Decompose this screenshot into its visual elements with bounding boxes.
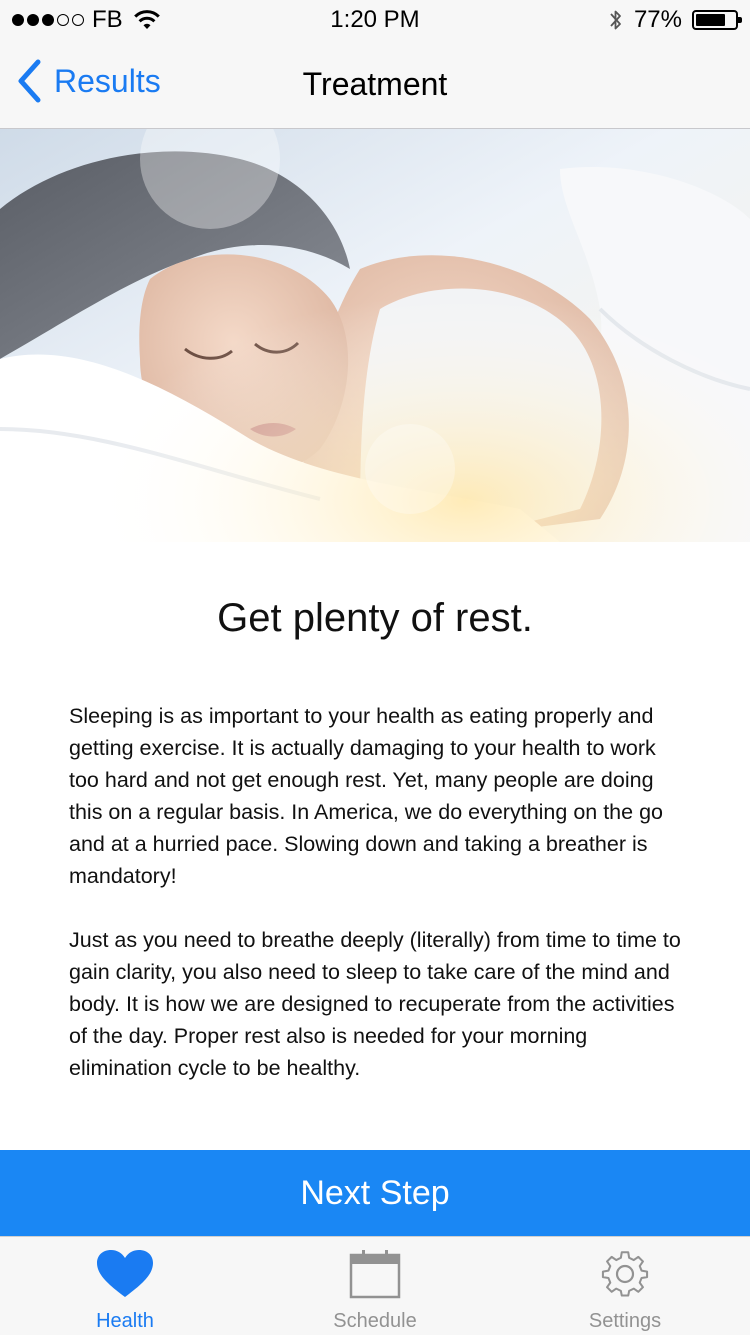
next-step-button[interactable]: Next Step (0, 1150, 750, 1236)
tab-settings[interactable]: Settings (500, 1237, 750, 1335)
tab-settings-label: Settings (588, 1310, 662, 1332)
tab-schedule-label: Schedule (333, 1310, 417, 1332)
tab-bar: Health Schedule Settings (0, 1236, 750, 1335)
battery-percentage: 77% (633, 6, 682, 33)
battery-icon (692, 10, 742, 30)
status-bar: FB 1:20 PM 77% (0, 0, 750, 40)
calendar-icon (349, 1250, 401, 1299)
tab-health-label: Health (96, 1310, 154, 1332)
page-title: Treatment (302, 66, 448, 102)
heart-icon (97, 1250, 153, 1297)
content-headline: Get plenty of rest. (217, 596, 533, 640)
bluetooth-icon (610, 10, 621, 30)
sleeping-woman-photo (0, 129, 750, 542)
content-paragraph-2: Just as you need to breathe deeply (lite… (69, 928, 681, 1080)
status-right: 77% (608, 6, 742, 34)
content-paragraph-1: Sleeping is as important to your health … (69, 704, 663, 888)
hero-image (0, 129, 750, 542)
tab-health[interactable]: Health (0, 1237, 250, 1335)
battery-fill (696, 14, 726, 26)
tab-schedule[interactable]: Schedule (250, 1237, 500, 1335)
navigation-bar: Results Treatment (0, 40, 750, 129)
battery-nub (738, 17, 742, 23)
gear-icon (601, 1251, 649, 1297)
